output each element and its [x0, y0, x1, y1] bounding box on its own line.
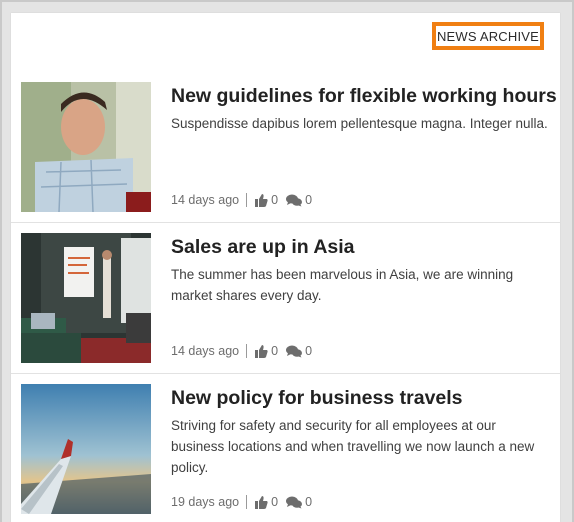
news-thumbnail[interactable] — [21, 233, 151, 363]
news-title[interactable]: New guidelines for flexible working hour… — [171, 84, 557, 108]
news-age: 14 days ago — [171, 344, 240, 358]
news-meta: 14 days ago 0 0 — [171, 192, 320, 208]
news-item[interactable]: Sales are up in Asia The summer has been… — [11, 233, 560, 384]
news-thumbnail[interactable] — [21, 384, 151, 514]
comment-count: 0 — [305, 344, 313, 358]
news-description: Suspendisse dapibus lorem pellentesque m… — [171, 116, 548, 131]
news-meta: 19 days ago 0 0 — [171, 494, 320, 510]
thumbs-up-icon[interactable] — [254, 344, 268, 358]
comments-icon[interactable] — [286, 194, 303, 207]
news-title[interactable]: New policy for business travels — [171, 386, 556, 410]
comments-icon[interactable] — [286, 496, 303, 509]
news-thumbnail[interactable] — [21, 82, 151, 212]
news-age: 19 days ago — [171, 495, 240, 509]
news-archive-button[interactable]: NEWS ARCHIVE — [432, 22, 544, 50]
thumbs-up-icon[interactable] — [254, 193, 268, 207]
news-age: 14 days ago — [171, 193, 240, 207]
news-item[interactable]: New guidelines for flexible working hour… — [11, 82, 560, 233]
news-description: Striving for safety and security for all… — [171, 418, 535, 475]
like-count: 0 — [271, 344, 279, 358]
item-divider — [11, 373, 560, 374]
news-description: The summer has been marvelous in Asia, w… — [171, 267, 514, 303]
like-count: 0 — [271, 193, 279, 207]
comments-icon[interactable] — [286, 345, 303, 358]
comment-count: 0 — [305, 495, 313, 509]
item-divider — [11, 222, 560, 223]
meta-separator — [246, 495, 248, 509]
meta-separator — [246, 193, 248, 207]
comment-count: 0 — [305, 193, 313, 207]
news-meta: 14 days ago 0 0 — [171, 343, 320, 359]
meta-separator — [246, 344, 248, 358]
page-frame: NEWS ARCHIVE New guidelines for flexible… — [2, 2, 572, 522]
thumbs-up-icon[interactable] — [254, 495, 268, 509]
news-item[interactable]: New policy for business travels Striving… — [11, 384, 560, 522]
news-title[interactable]: Sales are up in Asia — [171, 235, 556, 259]
like-count: 0 — [271, 495, 279, 509]
news-panel: NEWS ARCHIVE New guidelines for flexible… — [11, 13, 560, 522]
